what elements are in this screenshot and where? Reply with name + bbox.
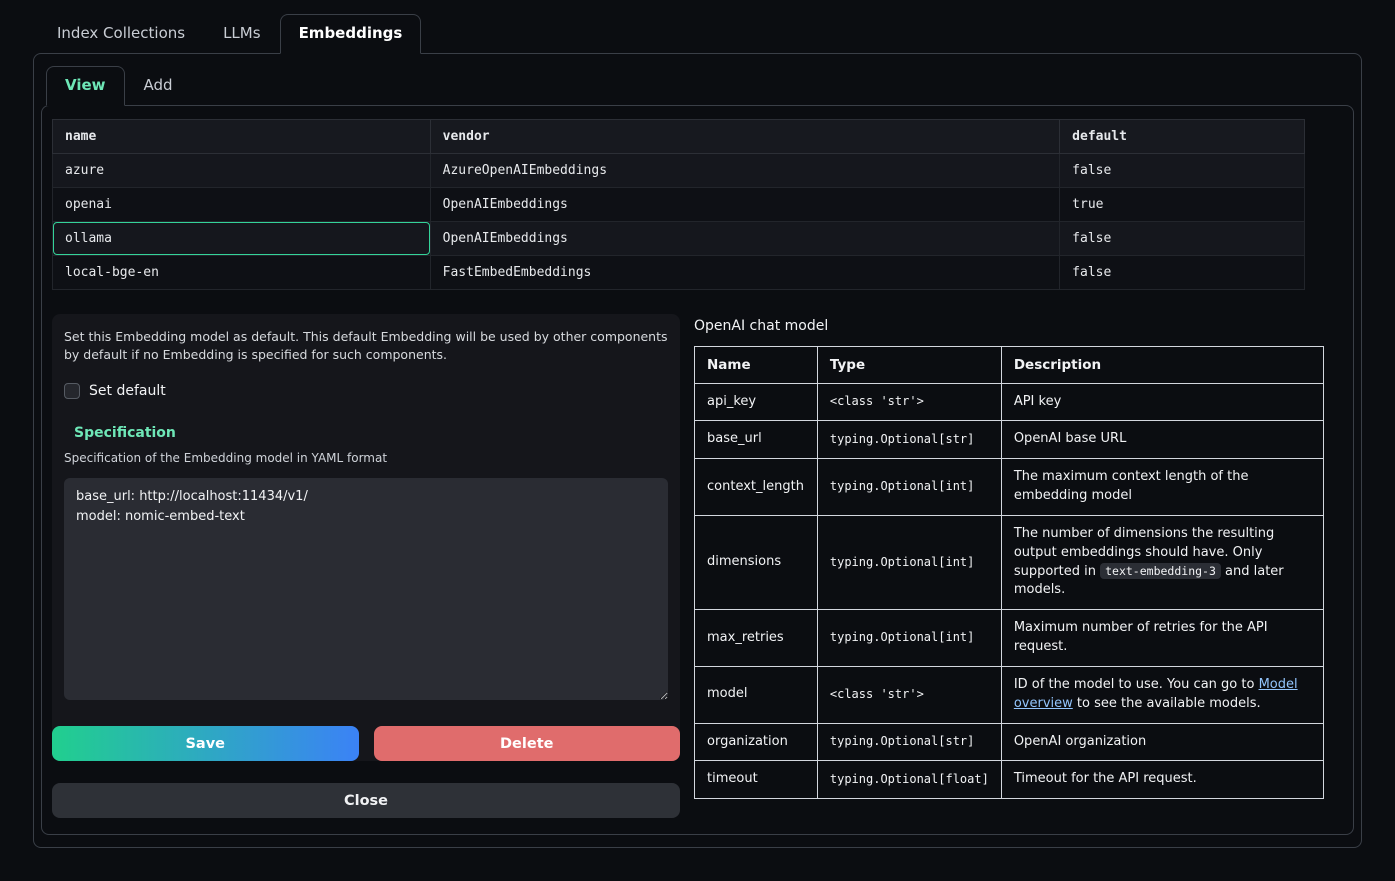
embedding-form-column: Set this Embedding model as default. Thi… xyxy=(52,314,680,819)
schema-cell-type: typing.Optional[float] xyxy=(817,761,1001,799)
tab-add[interactable]: Add xyxy=(125,66,192,106)
schema-cell-type: typing.Optional[int] xyxy=(817,459,1001,516)
set-default-checkbox[interactable] xyxy=(64,383,80,399)
embeddings-row-openai[interactable]: openaiOpenAIEmbeddingstrue xyxy=(53,187,1305,221)
cell-default[interactable]: false xyxy=(1060,255,1305,289)
top-tab-bar: Index CollectionsLLMsEmbeddings xyxy=(33,14,1362,53)
description-text: The maximum context length of the embedd… xyxy=(1014,469,1249,503)
schema-cell-description: Timeout for the API request. xyxy=(1001,761,1323,799)
schema-row-timeout: timeouttyping.Optional[float] Timeout for… xyxy=(695,761,1324,799)
specification-help: Specification of the Embedding model in … xyxy=(64,451,668,465)
description-text: OpenAI base URL xyxy=(1014,431,1127,446)
cell-vendor[interactable]: FastEmbedEmbeddings xyxy=(430,255,1060,289)
schema-cell-name: timeout xyxy=(695,761,818,799)
schema-cell-description: OpenAI organization xyxy=(1001,723,1323,761)
schema-cell-type: typing.Optional[str] xyxy=(817,421,1001,459)
embeddings-table: namevendordefault azureAzureOpenAIEmbedd… xyxy=(52,119,1305,290)
column-header-default: default xyxy=(1060,119,1305,153)
schema-table: NameTypeDescription api_key<class 'str'>… xyxy=(694,346,1324,800)
specification-heading: Specification xyxy=(64,425,668,441)
schema-cell-type: typing.Optional[int] xyxy=(817,610,1001,667)
schema-row-context-length: context_lengthtyping.Optional[int] The ma… xyxy=(695,459,1324,516)
close-button[interactable]: Close xyxy=(52,783,680,818)
schema-row-organization: organizationtyping.Optional[str] OpenAI o… xyxy=(695,723,1324,761)
embeddings-row-local-bge-en[interactable]: local-bge-enFastEmbedEmbeddingsfalse xyxy=(53,255,1305,289)
cell-name[interactable]: ollama xyxy=(53,221,431,255)
schema-cell-name: organization xyxy=(695,723,818,761)
schema-cell-name: model xyxy=(695,666,818,723)
cell-name[interactable]: azure xyxy=(53,153,431,187)
form-actions: Save Delete xyxy=(52,726,680,761)
schema-row-max-retries: max_retriestyping.Optional[int] Maximum n… xyxy=(695,610,1324,667)
schema-column-type: Type xyxy=(817,346,1001,383)
description-text: Maximum number of retries for the API re… xyxy=(1014,620,1268,654)
embeddings-tab-panel: ViewAdd namevendordefault azureAzureOpen… xyxy=(33,53,1362,848)
description-text: OpenAI organization xyxy=(1014,734,1146,749)
cell-vendor[interactable]: AzureOpenAIEmbeddings xyxy=(430,153,1060,187)
schema-cell-name: base_url xyxy=(695,421,818,459)
specification-textarea[interactable]: base_url: http://localhost:11434/v1/ mod… xyxy=(64,478,668,700)
embeddings-row-ollama[interactable]: ollamaOpenAIEmbeddingsfalse xyxy=(53,221,1305,255)
cell-vendor[interactable]: OpenAIEmbeddings xyxy=(430,187,1060,221)
schema-cell-type: <class 'str'> xyxy=(817,666,1001,723)
schema-title: OpenAI chat model xyxy=(694,318,1324,334)
tab-llms[interactable]: LLMs xyxy=(204,14,279,54)
schema-row-api-key: api_key<class 'str'> API key xyxy=(695,383,1324,421)
schema-cell-name: dimensions xyxy=(695,515,818,609)
detail-section: Set this Embedding model as default. Thi… xyxy=(52,314,1343,819)
schema-cell-description: OpenAI base URL xyxy=(1001,421,1323,459)
schema-cell-description: Maximum number of retries for the API re… xyxy=(1001,610,1323,667)
schema-cell-description: The maximum context length of the embedd… xyxy=(1001,459,1323,516)
schema-table-header: NameTypeDescription xyxy=(695,346,1324,383)
tab-embeddings[interactable]: Embeddings xyxy=(280,14,422,54)
cell-default[interactable]: false xyxy=(1060,221,1305,255)
schema-row-dimensions: dimensionstyping.Optional[int]The number… xyxy=(695,515,1324,609)
schema-column: OpenAI chat model NameTypeDescription ap… xyxy=(694,314,1324,819)
schema-cell-description: ID of the model to use. You can go to Mo… xyxy=(1001,666,1323,723)
delete-button[interactable]: Delete xyxy=(374,726,681,761)
embeddings-table-header: namevendordefault xyxy=(53,119,1305,153)
cell-default[interactable]: true xyxy=(1060,187,1305,221)
embedding-form: Set this Embedding model as default. Thi… xyxy=(52,314,680,762)
description-text: ID of the model to use. You can go to xyxy=(1014,677,1259,692)
cell-vendor[interactable]: OpenAIEmbeddings xyxy=(430,221,1060,255)
schema-row-model: model<class 'str'>ID of the model to use… xyxy=(695,666,1324,723)
schema-cell-name: context_length xyxy=(695,459,818,516)
description-text: to see the available models. xyxy=(1073,696,1261,711)
schema-column-description: Description xyxy=(1001,346,1323,383)
schema-cell-type: typing.Optional[str] xyxy=(817,723,1001,761)
tab-view[interactable]: View xyxy=(46,66,125,106)
set-default-label: Set default xyxy=(89,383,166,399)
description-text: API key xyxy=(1014,394,1061,409)
schema-row-base-url: base_urltyping.Optional[str] OpenAI base … xyxy=(695,421,1324,459)
tab-index-collections[interactable]: Index Collections xyxy=(38,14,204,54)
view-add-tab-bar: ViewAdd xyxy=(41,66,1354,105)
schema-cell-description: The number of dimensions the resulting o… xyxy=(1001,515,1323,609)
save-button[interactable]: Save xyxy=(52,726,359,761)
cell-name[interactable]: openai xyxy=(53,187,431,221)
set-default-checkbox-row[interactable]: Set default xyxy=(64,383,166,399)
schema-cell-name: max_retries xyxy=(695,610,818,667)
app-root: Index CollectionsLLMsEmbeddings ViewAdd … xyxy=(0,0,1395,848)
column-header-vendor: vendor xyxy=(430,119,1060,153)
schema-cell-description: API key xyxy=(1001,383,1323,421)
cell-name[interactable]: local-bge-en xyxy=(53,255,431,289)
cell-default[interactable]: false xyxy=(1060,153,1305,187)
schema-cell-name: api_key xyxy=(695,383,818,421)
view-tab-panel: namevendordefault azureAzureOpenAIEmbedd… xyxy=(41,105,1354,836)
schema-column-name: Name xyxy=(695,346,818,383)
schema-cell-type: typing.Optional[int] xyxy=(817,515,1001,609)
column-header-name: name xyxy=(53,119,431,153)
inline-code: text-embedding-3 xyxy=(1100,563,1221,579)
schema-cell-type: <class 'str'> xyxy=(817,383,1001,421)
embeddings-row-azure[interactable]: azureAzureOpenAIEmbeddingsfalse xyxy=(53,153,1305,187)
description-text: Timeout for the API request. xyxy=(1014,771,1197,786)
default-help-text: Set this Embedding model as default. Thi… xyxy=(64,328,668,366)
